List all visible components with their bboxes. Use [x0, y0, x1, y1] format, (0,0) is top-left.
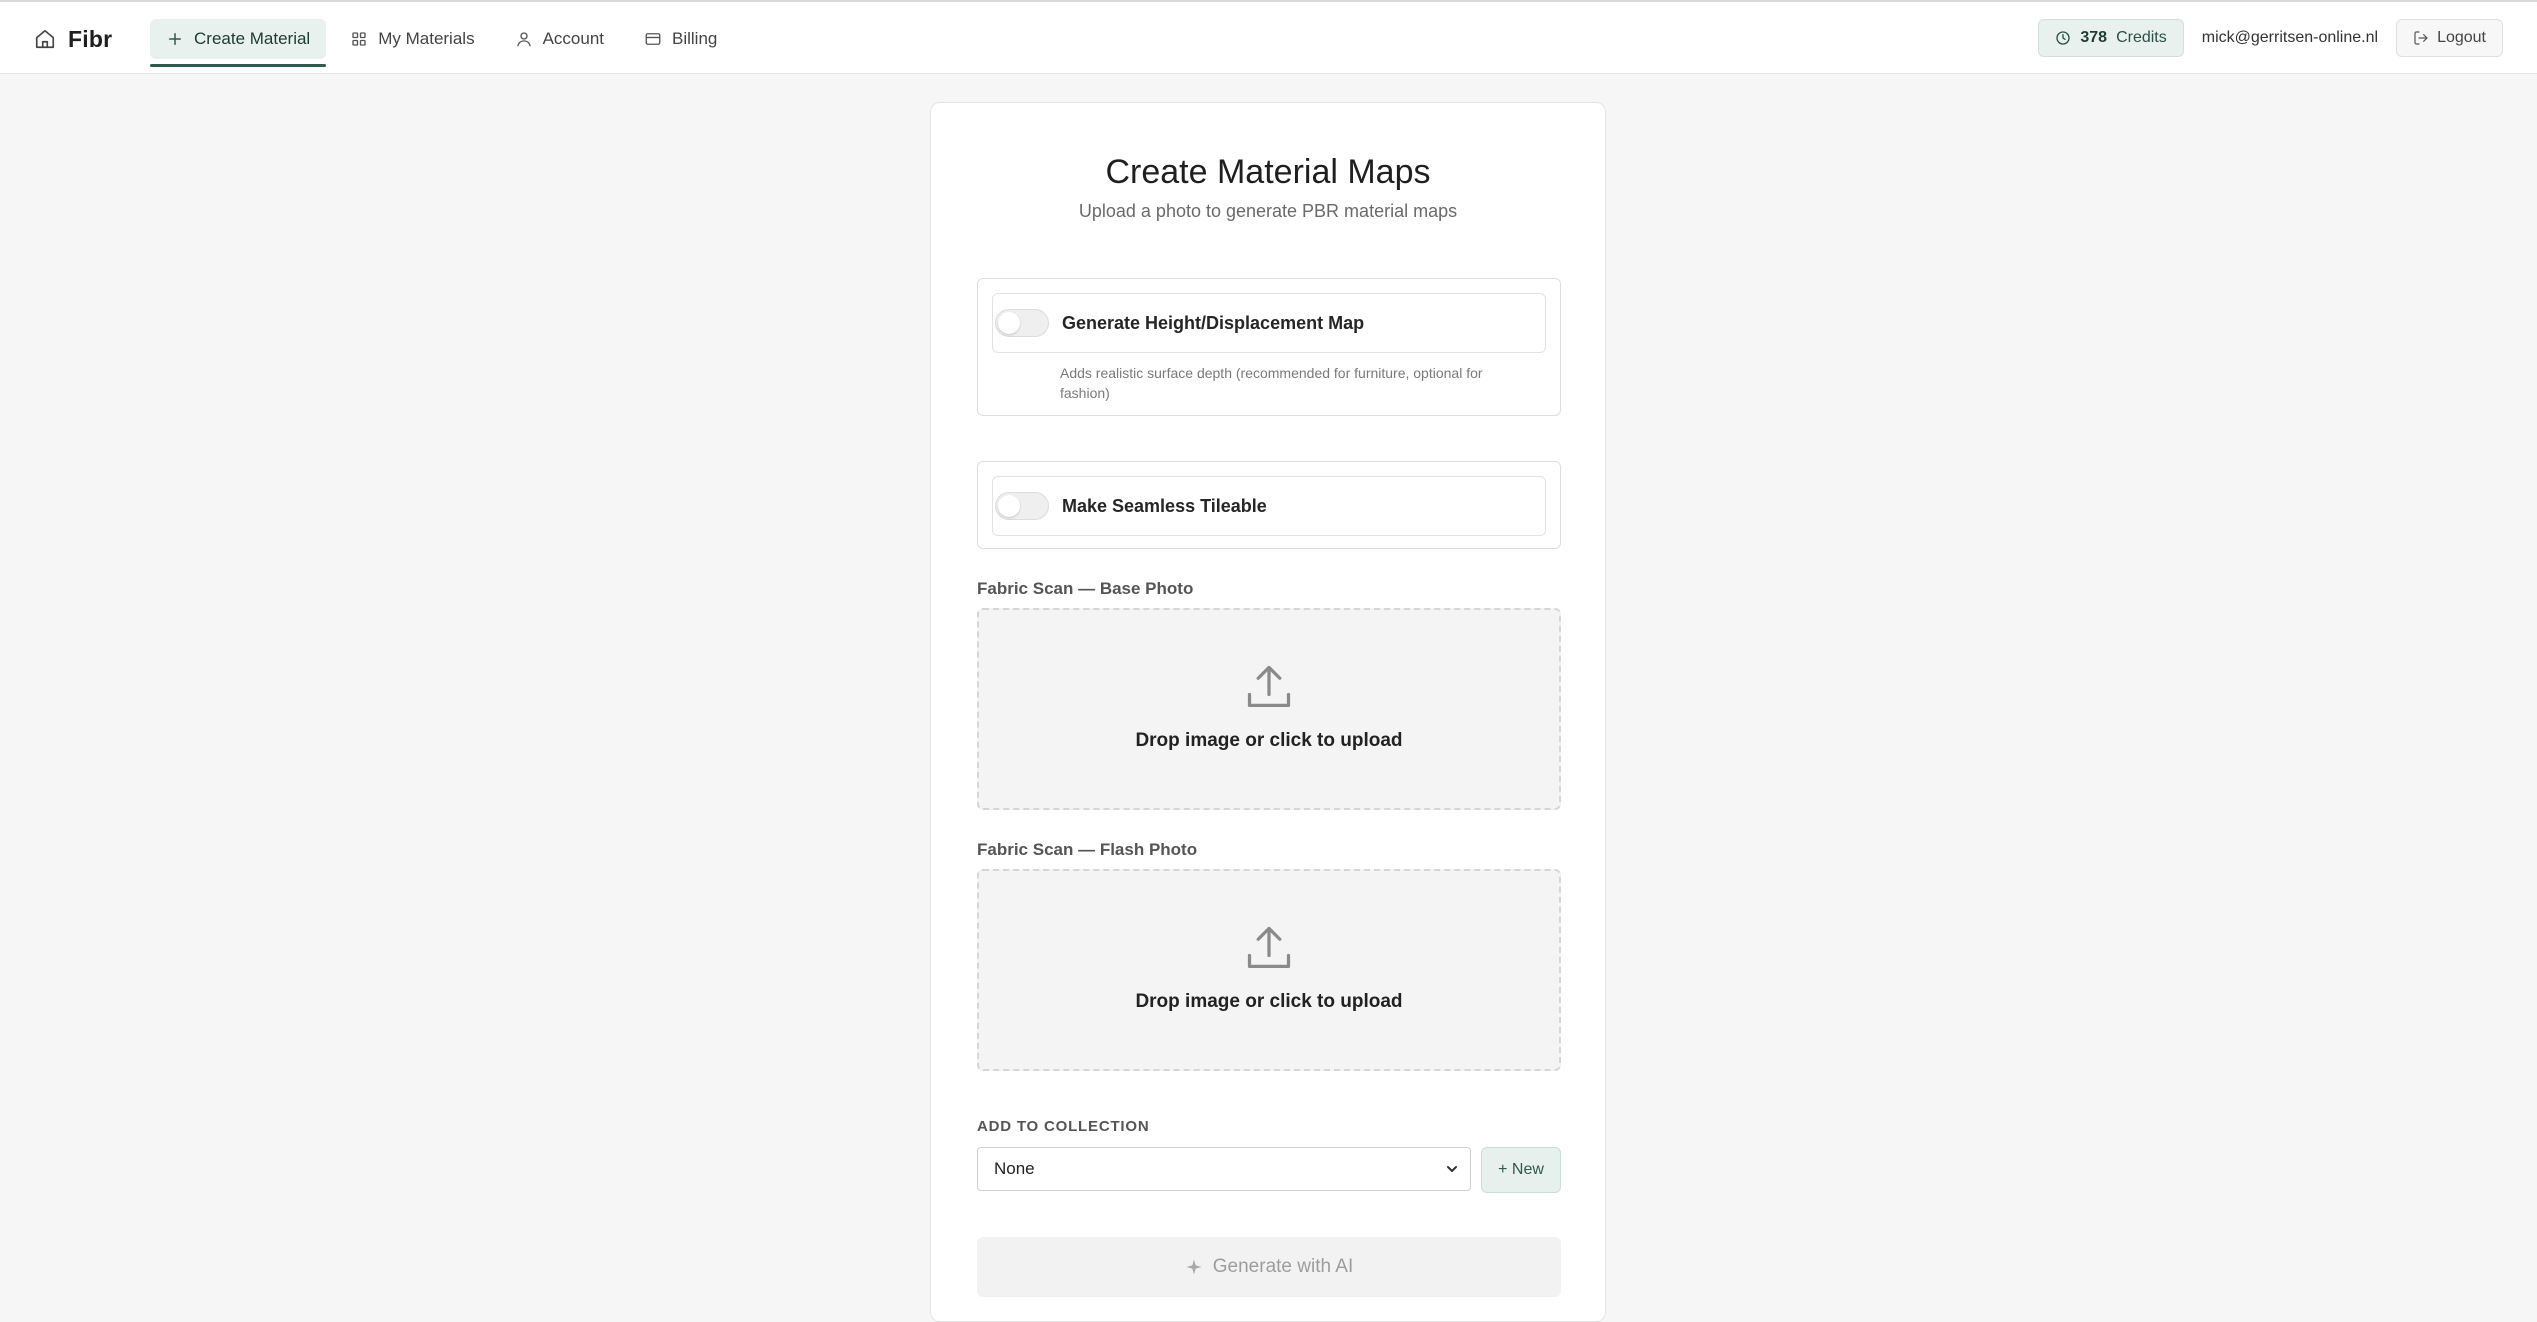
- logout-label: Logout: [2437, 29, 2486, 46]
- seamless-label: Make Seamless Tileable: [1062, 495, 1267, 516]
- grid-icon: [352, 32, 366, 46]
- brand[interactable]: Fibr: [34, 22, 112, 56]
- user-icon: [516, 32, 531, 47]
- chevron-down-icon: [1447, 1166, 1457, 1172]
- credits-badge[interactable]: 378 Credits: [2038, 19, 2184, 57]
- seamless-option: Make Seamless Tileable: [977, 461, 1561, 549]
- coin-icon: [2056, 31, 2071, 45]
- home-icon: [35, 29, 55, 49]
- upload-icon: [1247, 665, 1291, 707]
- height-map-description: Adds realistic surface depth (recommende…: [1060, 365, 1483, 401]
- main-nav: Create Material My Materials Account Bil…: [150, 19, 733, 67]
- base-photo-label: Fabric Scan — Base Photo: [977, 579, 1194, 598]
- logout-button[interactable]: Logout: [2396, 19, 2503, 57]
- generate-with-ai-button[interactable]: Generate with AI: [977, 1237, 1561, 1297]
- flash-photo-prompt: Drop image or click to upload: [1135, 991, 1403, 1012]
- app-name: Fibr: [68, 25, 113, 52]
- upload-icon: [1247, 926, 1291, 968]
- generate-label: Generate with AI: [1212, 1256, 1354, 1277]
- flash-photo-label: Fabric Scan — Flash Photo: [977, 840, 1198, 859]
- flash-photo-dropzone[interactable]: Drop image or click to upload: [977, 869, 1561, 1071]
- nav-my-materials[interactable]: My Materials: [334, 19, 490, 59]
- top-navigation-bar: Fibr Create Material My Materials Accoun…: [0, 0, 2537, 74]
- base-photo-prompt: Drop image or click to upload: [1135, 730, 1403, 751]
- user-email: mick@gerritsen-online.nl: [2201, 29, 2379, 46]
- plus-icon: [169, 33, 181, 45]
- sparkle-icon: [1186, 1259, 1202, 1275]
- height-map-label: Generate Height/Displacement Map: [1062, 312, 1365, 333]
- height-map-option: Generate Height/Displacement Map Adds re…: [977, 278, 1561, 416]
- credits-label: Credits: [2116, 29, 2167, 46]
- create-material-card: Create Material Maps Upload a photo to g…: [930, 102, 1606, 1322]
- page-subtitle: Upload a photo to generate PBR material …: [1078, 201, 1458, 221]
- seamless-toggle[interactable]: [995, 492, 1049, 520]
- nav-my-materials-label: My Materials: [378, 29, 475, 48]
- logout-icon: [2414, 31, 2428, 45]
- collection-label: ADD TO COLLECTION: [977, 1118, 1150, 1135]
- credit-card-icon: [645, 33, 661, 45]
- new-collection-button[interactable]: + New: [1481, 1147, 1561, 1193]
- credits-count: 378: [2080, 29, 2108, 46]
- user-tools: 378 Credits mick@gerritsen-online.nl Log…: [2038, 19, 2503, 57]
- collection-select[interactable]: None: [977, 1147, 1471, 1191]
- seamless-row: Make Seamless Tileable: [992, 476, 1546, 536]
- height-map-toggle[interactable]: [995, 309, 1049, 337]
- nav-billing-label: Billing: [672, 29, 718, 48]
- page-title: Create Material Maps: [1105, 153, 1431, 191]
- nav-billing[interactable]: Billing: [628, 19, 733, 59]
- height-map-row: Generate Height/Displacement Map: [992, 293, 1546, 353]
- nav-account-label: Account: [542, 29, 605, 48]
- base-photo-dropzone[interactable]: Drop image or click to upload: [977, 608, 1561, 810]
- nav-account[interactable]: Account: [499, 19, 620, 59]
- nav-create-material[interactable]: Create Material: [150, 19, 327, 67]
- collection-selected-value: None: [994, 1159, 1035, 1178]
- nav-create-material-label: Create Material: [194, 29, 311, 48]
